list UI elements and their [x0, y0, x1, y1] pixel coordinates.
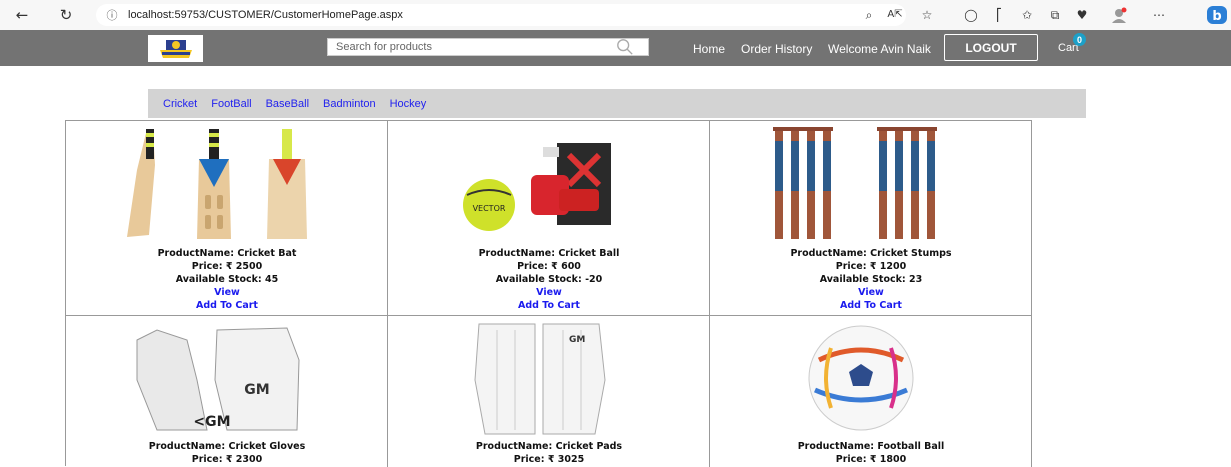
category-bar: Cricket FootBall BaseBall Badminton Hock… [148, 89, 1086, 118]
cricket-stumps-image[interactable] [761, 125, 962, 242]
read-aloud-icon[interactable]: A⇱ [886, 7, 904, 23]
more-icon[interactable]: ⋯ [1150, 7, 1168, 23]
product-card: GM ProductName: Cricket Pads Price: ₹ 30… [388, 316, 710, 467]
site-header: Home Order History Welcome Avin Naik LOG… [0, 30, 1231, 66]
product-grid: ProductName: Cricket Bat Price: ₹ 2500 A… [65, 120, 1032, 467]
search-bar [327, 38, 649, 56]
product-name: ProductName: Cricket Pads [475, 441, 623, 452]
welcome-text: Welcome Avin Naik [828, 42, 931, 56]
product-card: ProductName: Football Ball Price: ₹ 1800 [710, 316, 1032, 467]
add-to-cart-link[interactable]: Add To Cart [710, 299, 1032, 312]
cart-count-badge: 0 [1073, 33, 1086, 46]
back-icon[interactable]: ← [12, 5, 32, 25]
product-name: ProductName: Cricket Stumps [790, 248, 952, 259]
info-icon[interactable]: ⓘ [102, 7, 122, 23]
svg-text:<GM: <GM [193, 414, 230, 430]
product-stock: Available Stock: 45 [175, 274, 279, 285]
favorites-icon[interactable]: ✩ [1018, 7, 1036, 23]
product-price: Price: ₹ 1800 [835, 454, 907, 465]
search-icon[interactable] [616, 38, 634, 56]
cricket-bat-image[interactable] [117, 125, 318, 242]
product-stock: Available Stock: -20 [495, 274, 603, 285]
profile-icon[interactable] [1110, 7, 1128, 23]
product-card: ProductName: Cricket Stumps Price: ₹ 120… [710, 121, 1032, 316]
order-history-link[interactable]: Order History [741, 42, 812, 56]
category-hockey[interactable]: Hockey [390, 98, 427, 110]
football-image[interactable] [761, 320, 962, 437]
address-bar[interactable]: ⓘ localhost:59753/CUSTOMER/CustomerHomeP… [96, 4, 906, 26]
product-name: ProductName: Football Ball [797, 441, 945, 452]
product-price: Price: ₹ 1200 [835, 261, 907, 272]
category-baseball[interactable]: BaseBall [266, 98, 309, 110]
product-name: ProductName: Cricket Gloves [148, 441, 306, 452]
category-cricket[interactable]: Cricket [163, 98, 197, 110]
logout-button[interactable]: LOGOUT [944, 34, 1038, 61]
svg-text:GM: GM [569, 335, 585, 345]
browser-toolbar: ← ↻ ⓘ localhost:59753/CUSTOMER/CustomerH… [0, 0, 1231, 30]
add-to-cart-link[interactable]: Add To Cart [388, 299, 710, 312]
svg-text:b: b [1212, 9, 1221, 24]
add-to-cart-link[interactable]: Add To Cart [66, 299, 388, 312]
url-text: localhost:59753/CUSTOMER/CustomerHomePag… [128, 9, 403, 21]
view-link[interactable]: View [388, 286, 710, 299]
product-card: ProductName: Cricket Bat Price: ₹ 2500 A… [66, 121, 388, 316]
product-name: ProductName: Cricket Bat [157, 248, 297, 259]
product-price: Price: ₹ 3025 [513, 454, 585, 465]
product-card: GM <GM ProductName: Cricket Gloves Price… [66, 316, 388, 467]
view-link[interactable]: View [710, 286, 1032, 299]
cricket-pads-image[interactable]: GM [439, 320, 640, 437]
category-badminton[interactable]: Badminton [323, 98, 376, 110]
product-card: VECTOR ProductName: Cricket Ball Price: … [388, 121, 710, 316]
product-name: ProductName: Cricket Ball [478, 248, 620, 259]
browser-essentials-icon[interactable]: ♥ [1073, 7, 1091, 23]
split-icon[interactable]: ⎡ [990, 7, 1008, 23]
view-link[interactable]: View [66, 286, 388, 299]
search-page-icon[interactable]: ⌕ [860, 7, 878, 23]
bing-icon[interactable]: b [1206, 5, 1228, 25]
product-price: Price: ₹ 600 [517, 261, 581, 272]
extensions-icon[interactable]: ◯ [962, 7, 980, 23]
refresh-icon[interactable]: ↻ [56, 5, 76, 25]
svg-text:GM: GM [244, 382, 269, 398]
favorite-icon[interactable]: ☆ [918, 7, 936, 23]
svg-text:VECTOR: VECTOR [473, 204, 506, 213]
search-input[interactable] [328, 39, 618, 55]
product-stock: Available Stock: 23 [819, 274, 923, 285]
cricket-gloves-image[interactable]: GM <GM [117, 320, 318, 437]
home-link[interactable]: Home [693, 42, 725, 56]
product-price: Price: ₹ 2300 [191, 454, 263, 465]
cricket-ball-image[interactable]: VECTOR [439, 125, 640, 242]
product-price: Price: ₹ 2500 [191, 261, 263, 272]
site-logo[interactable] [148, 35, 203, 62]
collections-icon[interactable]: ⧉ [1046, 7, 1064, 23]
category-football[interactable]: FootBall [211, 98, 251, 110]
